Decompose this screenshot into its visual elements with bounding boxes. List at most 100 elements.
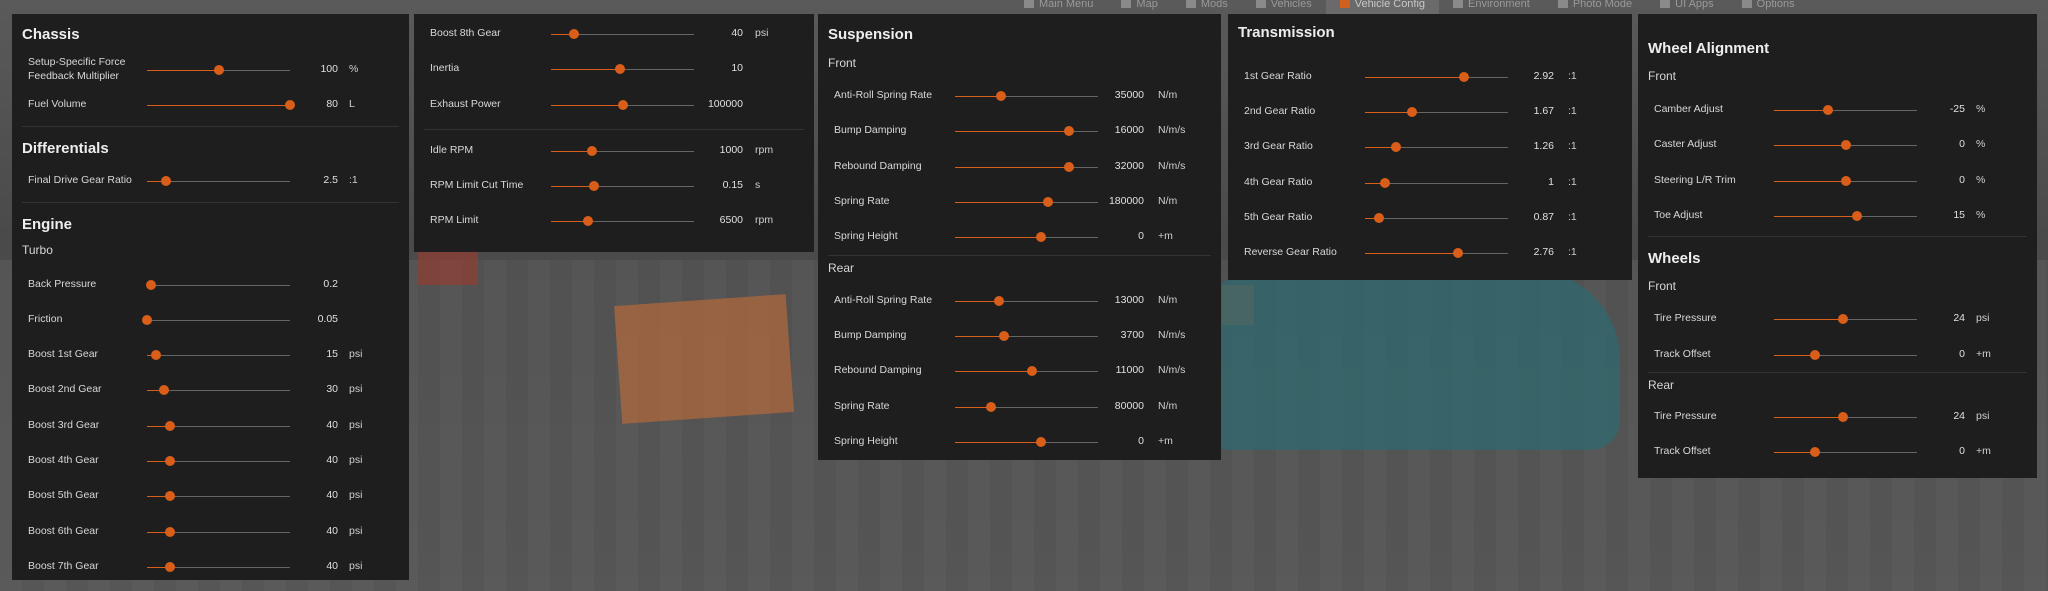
slider-track[interactable] bbox=[1774, 314, 1917, 324]
slider-track[interactable] bbox=[147, 421, 290, 431]
slider-handle[interactable] bbox=[583, 216, 594, 226]
slider-track[interactable] bbox=[1774, 105, 1917, 115]
slider-track[interactable] bbox=[955, 402, 1098, 412]
slider-track[interactable] bbox=[147, 527, 290, 537]
value-field[interactable]: 15 bbox=[1953, 209, 1965, 221]
slider-track[interactable] bbox=[142, 315, 290, 325]
value-field[interactable]: 3700 bbox=[1121, 329, 1144, 341]
slider-track[interactable] bbox=[1774, 350, 1917, 360]
value-field[interactable]: 0 bbox=[1959, 138, 1965, 150]
slider-handle[interactable] bbox=[146, 280, 157, 290]
slider-handle[interactable] bbox=[1064, 162, 1075, 172]
value-field[interactable]: 80 bbox=[326, 98, 338, 110]
menu-item-environment[interactable]: Environment bbox=[1439, 0, 1544, 14]
slider-track[interactable] bbox=[1774, 412, 1917, 422]
slider-track[interactable] bbox=[551, 29, 694, 39]
slider-track[interactable] bbox=[1774, 211, 1917, 221]
value-field[interactable]: 1 bbox=[1548, 176, 1554, 188]
slider-handle[interactable] bbox=[1064, 126, 1075, 136]
slider-track[interactable] bbox=[147, 385, 290, 395]
value-field[interactable]: 100 bbox=[320, 63, 338, 75]
menu-item-main-menu[interactable]: Main Menu bbox=[1010, 0, 1107, 14]
value-field[interactable]: 32000 bbox=[1115, 160, 1144, 172]
slider-handle[interactable] bbox=[1840, 140, 1851, 150]
slider-track[interactable] bbox=[955, 197, 1098, 207]
value-field[interactable]: 0.05 bbox=[318, 313, 338, 325]
slider-handle[interactable] bbox=[164, 562, 175, 572]
slider-handle[interactable] bbox=[213, 65, 224, 75]
value-field[interactable]: 0 bbox=[1959, 445, 1965, 457]
slider-handle[interactable] bbox=[160, 176, 171, 186]
slider-track[interactable] bbox=[955, 331, 1098, 341]
slider-track[interactable] bbox=[551, 100, 694, 110]
slider-handle[interactable] bbox=[1391, 142, 1402, 152]
menu-item-mods[interactable]: Mods bbox=[1172, 0, 1242, 14]
slider-track[interactable] bbox=[551, 181, 694, 191]
value-field[interactable]: 15 bbox=[326, 348, 338, 360]
value-field[interactable]: 6500 bbox=[720, 214, 743, 226]
slider-track[interactable] bbox=[955, 296, 1098, 306]
slider-handle[interactable] bbox=[1840, 176, 1851, 186]
value-field[interactable]: 0.87 bbox=[1534, 211, 1554, 223]
value-field[interactable]: 13000 bbox=[1115, 294, 1144, 306]
slider-track[interactable] bbox=[147, 350, 290, 360]
slider-handle[interactable] bbox=[285, 100, 295, 110]
value-field[interactable]: 40 bbox=[326, 454, 338, 466]
slider-handle[interactable] bbox=[1042, 197, 1053, 207]
slider-handle[interactable] bbox=[1452, 248, 1463, 258]
slider-handle[interactable] bbox=[164, 527, 175, 537]
slider-handle[interactable] bbox=[164, 491, 175, 501]
value-field[interactable]: 11000 bbox=[1116, 364, 1144, 376]
slider-track[interactable] bbox=[1774, 176, 1917, 186]
slider-handle[interactable] bbox=[1837, 412, 1848, 422]
value-field[interactable]: 100000 bbox=[708, 98, 743, 110]
menu-item-map[interactable]: Map bbox=[1107, 0, 1171, 14]
value-field[interactable]: 0.2 bbox=[323, 278, 338, 290]
value-field[interactable]: -25 bbox=[1950, 103, 1965, 115]
slider-track[interactable] bbox=[147, 176, 290, 186]
value-field[interactable]: 0.15 bbox=[723, 179, 743, 191]
slider-handle[interactable] bbox=[588, 181, 599, 191]
value-field[interactable]: 40 bbox=[731, 27, 743, 39]
slider-handle[interactable] bbox=[1810, 350, 1821, 360]
slider-track[interactable] bbox=[955, 126, 1098, 136]
value-field[interactable]: 16000 bbox=[1115, 124, 1144, 136]
value-field[interactable]: 1.67 bbox=[1534, 105, 1554, 117]
menu-item-photo-mode[interactable]: Photo Mode bbox=[1544, 0, 1646, 14]
value-field[interactable]: 30 bbox=[326, 383, 338, 395]
slider-handle[interactable] bbox=[142, 315, 152, 325]
slider-handle[interactable] bbox=[995, 91, 1006, 101]
slider-handle[interactable] bbox=[159, 385, 170, 395]
value-field[interactable]: 1000 bbox=[720, 144, 743, 156]
slider-handle[interactable] bbox=[1374, 213, 1385, 223]
slider-track[interactable] bbox=[147, 562, 290, 572]
slider-handle[interactable] bbox=[1810, 447, 1821, 457]
slider-track[interactable] bbox=[551, 64, 694, 74]
value-field[interactable]: 40 bbox=[326, 525, 338, 537]
slider-handle[interactable] bbox=[614, 64, 625, 74]
value-field[interactable]: 2.92 bbox=[1534, 70, 1554, 82]
slider-handle[interactable] bbox=[1380, 178, 1391, 188]
slider-handle[interactable] bbox=[985, 402, 996, 412]
value-field[interactable]: 0 bbox=[1959, 174, 1965, 186]
value-field[interactable]: 10 bbox=[731, 62, 743, 74]
slider-handle[interactable] bbox=[1458, 72, 1469, 82]
slider-handle[interactable] bbox=[587, 146, 598, 156]
slider-handle[interactable] bbox=[1823, 105, 1834, 115]
value-field[interactable]: 180000 bbox=[1109, 195, 1144, 207]
slider-track[interactable] bbox=[1774, 447, 1917, 457]
slider-handle[interactable] bbox=[998, 331, 1009, 341]
value-field[interactable]: 24 bbox=[1953, 410, 1965, 422]
menu-item-vehicle-config[interactable]: Vehicle Config bbox=[1325, 0, 1440, 14]
slider-track[interactable] bbox=[955, 366, 1098, 376]
slider-handle[interactable] bbox=[994, 296, 1005, 306]
slider-track[interactable] bbox=[147, 456, 290, 466]
slider-handle[interactable] bbox=[1035, 437, 1046, 447]
slider-track[interactable] bbox=[1365, 142, 1508, 152]
slider-track[interactable] bbox=[551, 216, 694, 226]
value-field[interactable]: 0 bbox=[1138, 435, 1144, 447]
slider-handle[interactable] bbox=[568, 29, 579, 39]
value-field[interactable]: 40 bbox=[326, 560, 338, 572]
slider-track[interactable] bbox=[146, 280, 290, 290]
menu-item-ui-apps[interactable]: UI Apps bbox=[1646, 0, 1728, 14]
